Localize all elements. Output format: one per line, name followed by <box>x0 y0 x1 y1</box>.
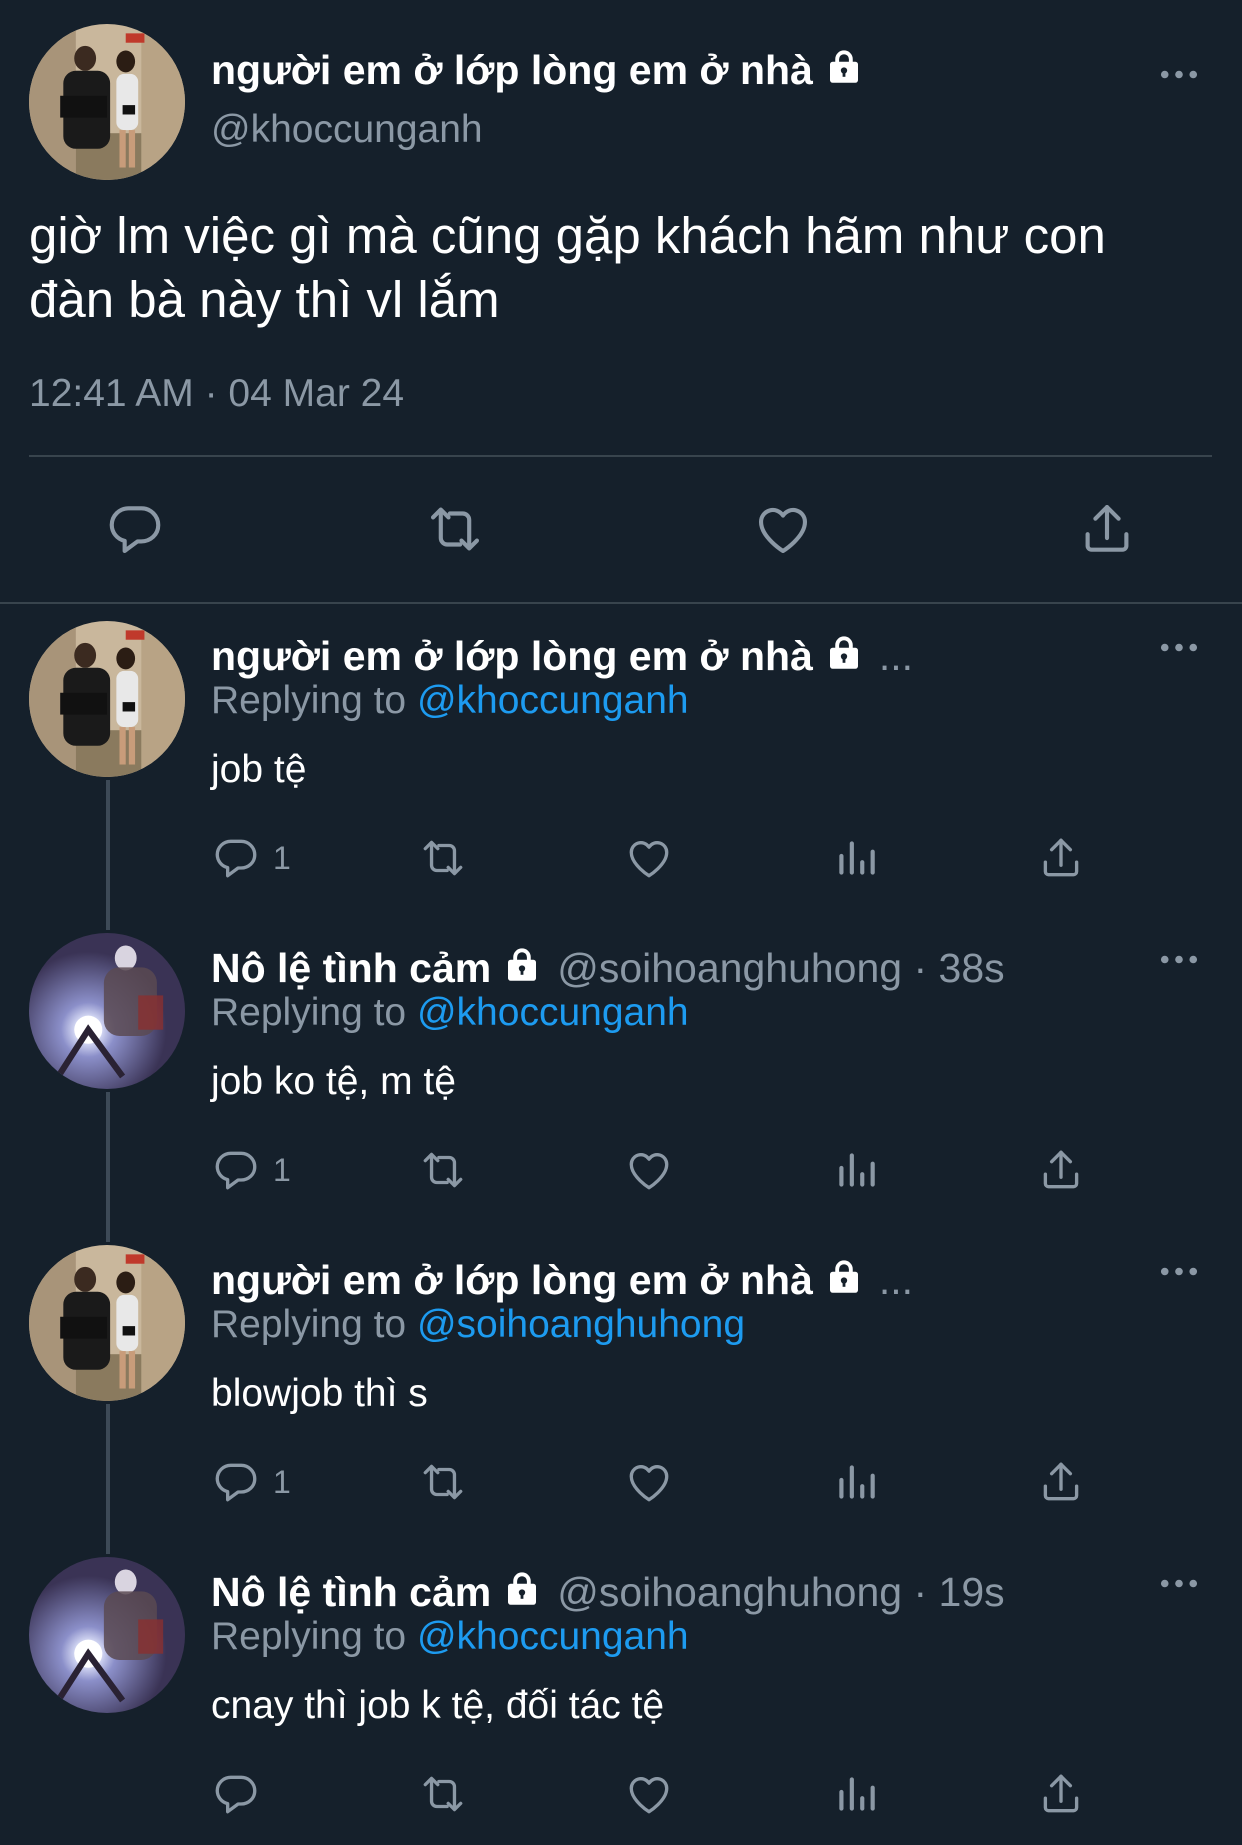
reply-display-name[interactable]: người em ở lớp lòng em ở nhà... <box>211 1256 913 1301</box>
more-icon[interactable] <box>1160 954 1198 965</box>
name-truncation: ... <box>878 633 914 679</box>
reply-display-name[interactable]: Nô lệ tình cảm @soihoanghuhong · 38s <box>211 944 1005 989</box>
retweet-icon[interactable] <box>424 498 486 560</box>
share-icon[interactable] <box>1036 833 1086 883</box>
display-name-text: người em ở lớp lòng em ở nhà <box>211 1257 813 1303</box>
name-truncation: ... <box>878 1257 914 1303</box>
reply-button[interactable]: 1 <box>211 1145 291 1195</box>
lock-icon <box>501 1568 543 1610</box>
main-display-name[interactable]: người em ở lớp lòng em ở nhà <box>211 46 865 91</box>
more-icon[interactable] <box>1160 642 1198 653</box>
reply-icon <box>211 1145 261 1195</box>
reply-count: 1 <box>273 1463 291 1500</box>
retweet-icon[interactable] <box>418 833 468 883</box>
replying-to-link[interactable]: @khoccunganh <box>417 1615 689 1658</box>
views-icon[interactable] <box>831 1769 881 1819</box>
reply-icon <box>211 833 261 883</box>
reply-display-name[interactable]: Nô lệ tình cảm @soihoanghuhong · 19s <box>211 1568 1005 1613</box>
like-icon[interactable] <box>624 1769 674 1819</box>
thread-line <box>106 1404 110 1554</box>
reply-avatar[interactable] <box>29 1557 185 1713</box>
reply-count: 1 <box>273 839 291 876</box>
like-icon[interactable] <box>624 1145 674 1195</box>
display-name-text: người em ở lớp lòng em ở nhà <box>211 633 813 679</box>
lock-icon <box>823 46 865 88</box>
thread-line <box>106 780 110 930</box>
reply-text: job tệ <box>211 748 307 791</box>
retweet-icon[interactable] <box>418 1145 468 1195</box>
display-name-text: Nô lệ tình cảm <box>211 945 492 991</box>
like-icon[interactable] <box>624 833 674 883</box>
more-icon[interactable] <box>1160 69 1198 80</box>
divider <box>0 602 1242 604</box>
display-name-text: người em ở lớp lòng em ở nhà <box>211 47 813 93</box>
divider <box>29 455 1212 457</box>
share-icon[interactable] <box>1036 1769 1086 1819</box>
replying-prefix: Replying to <box>211 679 407 722</box>
replying-to-link[interactable]: @khoccunganh <box>417 679 689 722</box>
replying-to-line: Replying to @khoccunganh <box>211 681 689 720</box>
reply-text: blowjob thì s <box>211 1372 428 1415</box>
lock-icon <box>823 632 865 674</box>
handle-and-time: @soihoanghuhong · 19s <box>557 1569 1005 1615</box>
replying-prefix: Replying to <box>211 1615 407 1658</box>
retweet-icon[interactable] <box>418 1457 468 1507</box>
tweet-text-line-2: đàn bà này thì vl lắm <box>29 271 500 328</box>
reply-icon[interactable] <box>104 498 166 560</box>
handle-and-time: @soihoanghuhong · 38s <box>557 945 1005 991</box>
views-icon[interactable] <box>831 833 881 883</box>
like-icon[interactable] <box>752 498 814 560</box>
reply-avatar[interactable] <box>29 933 185 1089</box>
replying-to-line: Replying to @soihoanghuhong <box>211 1305 745 1344</box>
more-icon[interactable] <box>1160 1578 1198 1589</box>
like-icon[interactable] <box>624 1457 674 1507</box>
main-handle[interactable]: @khoccunganh <box>211 110 483 149</box>
share-icon[interactable] <box>1076 498 1138 560</box>
reply-button[interactable]: 1 <box>211 833 291 883</box>
lock-icon <box>823 1256 865 1298</box>
retweet-icon[interactable] <box>418 1769 468 1819</box>
reply-count: 1 <box>273 1151 291 1188</box>
reply-icon <box>211 1769 261 1819</box>
replying-to-line: Replying to @khoccunganh <box>211 1617 689 1656</box>
share-icon[interactable] <box>1036 1457 1086 1507</box>
reply-text: job ko tệ, m tệ <box>211 1060 456 1103</box>
share-icon[interactable] <box>1036 1145 1086 1195</box>
replying-prefix: Replying to <box>211 991 407 1034</box>
replying-to-link[interactable]: @soihoanghuhong <box>417 1303 745 1346</box>
display-name-text: Nô lệ tình cảm <box>211 1569 492 1615</box>
views-icon[interactable] <box>831 1457 881 1507</box>
replying-prefix: Replying to <box>211 1303 407 1346</box>
reply-avatar[interactable] <box>29 1245 185 1401</box>
lock-icon <box>501 944 543 986</box>
views-icon[interactable] <box>831 1145 881 1195</box>
reply-text: cnay thì job k tệ, đối tác tệ <box>211 1684 665 1727</box>
reply-button[interactable] <box>211 1769 273 1819</box>
tweet-timestamp: 12:41 AM · 04 Mar 24 <box>29 372 405 415</box>
replying-to-line: Replying to @khoccunganh <box>211 993 689 1032</box>
tweet-text-line-1: giờ lm việc gì mà cũng gặp khách hãm như… <box>29 207 1106 264</box>
reply-display-name[interactable]: người em ở lớp lòng em ở nhà... <box>211 632 913 677</box>
reply-button[interactable]: 1 <box>211 1457 291 1507</box>
reply-avatar[interactable] <box>29 621 185 777</box>
more-icon[interactable] <box>1160 1266 1198 1277</box>
main-avatar[interactable] <box>29 24 185 180</box>
reply-icon <box>211 1457 261 1507</box>
thread-line <box>106 1092 110 1242</box>
replying-to-link[interactable]: @khoccunganh <box>417 991 689 1034</box>
